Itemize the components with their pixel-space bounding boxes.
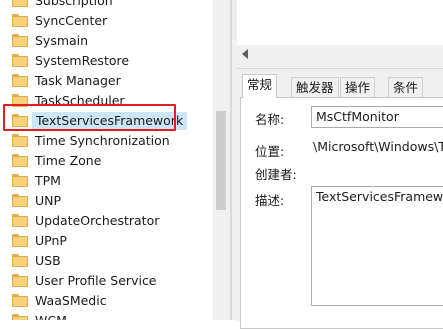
tree-item-label: TPM <box>35 173 61 188</box>
tab-general[interactable]: 常规 <box>242 74 278 98</box>
tree-item-label: Subscription <box>35 0 113 8</box>
folder-icon <box>12 54 28 67</box>
general-tab-panel: 名称: MsCtfMonitor 位置: \Microsoft\Windows\… <box>240 97 443 329</box>
folder-icon <box>12 134 28 147</box>
folder-icon <box>12 74 28 87</box>
name-label: 名称: <box>255 112 285 127</box>
location-value: \Microsoft\Windows\TextServicesFramework <box>313 139 443 154</box>
folder-icon <box>12 294 28 307</box>
details-tab-strip: 常规 触发器 操作 条件 <box>240 73 443 98</box>
author-label: 创建者: <box>255 167 297 182</box>
tree-item[interactable]: UpdateOrchestrator <box>0 211 213 231</box>
tree-scrollbar-thumb[interactable] <box>216 111 226 210</box>
tree-item-label: WCM <box>35 313 67 320</box>
tree-item[interactable]: Time Synchronization <box>0 131 213 151</box>
tree-item-label: Task Manager <box>35 73 121 88</box>
tree-item[interactable]: User Profile Service <box>0 271 213 291</box>
task-list[interactable] <box>237 0 443 49</box>
folder-icon <box>12 254 28 267</box>
tree-item-label: User Profile Service <box>35 273 157 288</box>
tree-item[interactable]: Sysmain <box>0 31 213 51</box>
folder-icon <box>12 0 28 7</box>
tree-item-label: SystemRestore <box>35 53 130 68</box>
scroll-left-arrow-icon[interactable] <box>242 49 248 59</box>
tree-item[interactable]: SystemRestore <box>0 51 213 71</box>
folder-icon <box>12 174 28 187</box>
location-label: 位置: <box>255 144 285 159</box>
task-details-panel: 常规 触发器 操作 条件 名称: MsCtfMonitor 位置: \Micro… <box>237 68 443 329</box>
tree-item[interactable]: WCM <box>0 311 213 320</box>
folder-icon <box>12 214 28 227</box>
tab-actions[interactable]: 操作 <box>340 77 376 97</box>
description-field[interactable]: TextServicesFramework monitor task <box>311 186 443 306</box>
right-pane: 常规 触发器 操作 条件 名称: MsCtfMonitor 位置: \Micro… <box>237 0 443 329</box>
tree-item[interactable]: Subscription <box>0 0 213 11</box>
folder-icon <box>12 14 28 27</box>
tab-triggers[interactable]: 触发器 <box>291 77 339 97</box>
tree-item-label: WaaSMedic <box>35 293 107 308</box>
folder-icon <box>12 194 28 207</box>
tree-item[interactable]: Time Zone <box>0 151 213 171</box>
task-list-horizontal-scrollbar[interactable] <box>237 45 443 62</box>
task-folder-tree[interactable]: Subscription SyncCenter Sysmain SystemResto… <box>0 0 213 320</box>
tree-item-label: UpdateOrchestrator <box>35 213 160 228</box>
tree-item[interactable]: WaaSMedic <box>0 291 213 311</box>
folder-icon <box>12 274 28 287</box>
folder-icon <box>12 234 28 247</box>
tree-item[interactable]: UNP <box>0 191 213 211</box>
tree-item-label: USB <box>35 253 61 268</box>
description-label: 描述: <box>255 193 285 208</box>
tree-item[interactable]: TPM <box>0 171 213 191</box>
folder-icon <box>12 314 28 320</box>
tree-item[interactable]: SyncCenter <box>0 11 213 31</box>
tree-item-label: Time Zone <box>35 153 102 168</box>
tree-item-label: UNP <box>35 193 62 208</box>
folder-icon <box>12 154 28 167</box>
folder-icon <box>12 34 28 47</box>
selection-highlight-annotation <box>3 104 176 131</box>
author-value <box>311 160 443 182</box>
name-field[interactable]: MsCtfMonitor <box>311 106 443 128</box>
tree-item[interactable]: USB <box>0 251 213 271</box>
tree-item-label: Sysmain <box>35 33 89 48</box>
tree-item-label: SyncCenter <box>35 13 108 28</box>
tab-conditions[interactable]: 条件 <box>388 77 424 97</box>
tree-item[interactable]: UPnP <box>0 231 213 251</box>
tree-item-label: Time Synchronization <box>35 133 170 148</box>
tree-item[interactable]: Task Manager <box>0 71 213 91</box>
tree-item-label: UPnP <box>35 233 67 248</box>
